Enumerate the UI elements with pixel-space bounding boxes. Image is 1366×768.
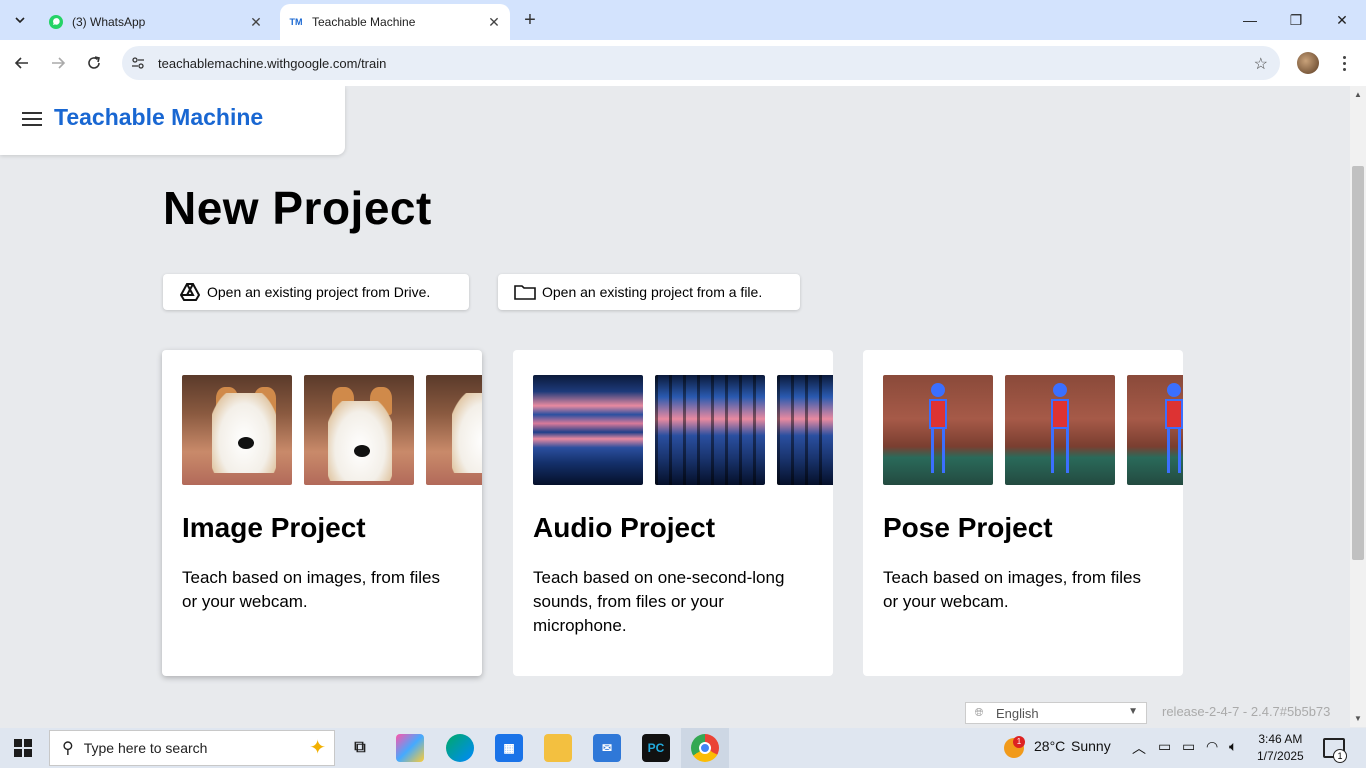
scroll-down-icon[interactable]: ▼ (1354, 714, 1362, 723)
notification-count: 1 (1333, 749, 1347, 763)
chevron-up-icon[interactable]: ︿ (1132, 738, 1146, 758)
image-project-card[interactable]: Image Project Teach based on images, fro… (162, 350, 482, 676)
address-bar[interactable]: teachablemachine.withgoogle.com/train ☆ (122, 46, 1280, 80)
profile-avatar[interactable] (1297, 52, 1319, 74)
spectrogram-thumbnail (655, 375, 765, 485)
bookmark-star-icon[interactable]: ☆ (1254, 54, 1268, 74)
close-window-icon[interactable]: ✕ (1330, 8, 1354, 32)
open-from-drive-label: Open an existing project from Drive. (207, 284, 431, 300)
image-thumbnail (426, 375, 482, 485)
copilot-icon[interactable] (396, 734, 424, 762)
teachable-machine-favicon: TM (289, 17, 303, 27)
weather-temperature[interactable]: 28°C (1034, 738, 1065, 754)
chevron-down-icon (15, 17, 25, 24)
page-title: New Project (163, 182, 432, 234)
edge-icon[interactable] (446, 734, 474, 762)
pose-thumbnail (1005, 375, 1115, 485)
spectrogram-thumbnail (533, 375, 643, 485)
language-select[interactable]: 🌐︎ English ▼ (965, 702, 1147, 724)
card-description: Teach based on one-second-long sounds, f… (533, 568, 785, 635)
page-scrollbar[interactable]: ▲ ▼ (1350, 86, 1366, 727)
forward-icon[interactable] (46, 51, 70, 75)
pycharm-icon[interactable]: PC (642, 734, 670, 762)
pose-thumbnail (1127, 375, 1183, 485)
browser-tab-strip: (3) WhatsApp ✕ TM Teachable Machine ✕ + … (0, 0, 1366, 40)
volume-icon[interactable]: 🔈︎ (1229, 738, 1237, 755)
page-viewport: Teachable Machine New Project Open an ex… (0, 86, 1350, 727)
image-thumbnails (182, 375, 482, 485)
google-drive-icon (179, 283, 201, 301)
card-title: Audio Project (533, 512, 716, 543)
url-text: teachablemachine.withgoogle.com/train (158, 55, 387, 71)
search-icon: ⚲ (62, 740, 74, 757)
close-tab-icon[interactable]: ✕ (484, 12, 504, 32)
card-title: Pose Project (883, 512, 1053, 543)
hamburger-menu-icon[interactable] (22, 112, 42, 126)
brand-logo-text[interactable]: Teachable Machine (54, 104, 263, 131)
folder-icon (514, 283, 536, 301)
battery-icon[interactable]: ▭ (1182, 738, 1195, 755)
whatsapp-icon (48, 14, 64, 30)
spectrogram-thumbnail (777, 375, 833, 485)
image-thumbnail (182, 375, 292, 485)
reload-icon[interactable] (82, 51, 106, 75)
pose-thumbnail (883, 375, 993, 485)
site-settings-icon[interactable] (130, 55, 146, 71)
minimize-icon[interactable]: — (1238, 8, 1262, 32)
scrollbar-thumb[interactable] (1352, 166, 1364, 560)
image-thumbnail (304, 375, 414, 485)
open-from-drive-button[interactable]: Open an existing project from Drive. (163, 274, 469, 310)
clock-time: 3:46 AM (1258, 732, 1303, 746)
back-icon[interactable] (10, 51, 34, 75)
windows-start-icon[interactable] (14, 739, 32, 757)
app-header: Teachable Machine (0, 86, 345, 155)
clock-date: 1/7/2025 (1257, 749, 1304, 763)
wifi-icon[interactable]: ◠ (1206, 738, 1218, 755)
taskbar-search-placeholder: Type here to search (83, 740, 208, 756)
close-tab-icon[interactable]: ✕ (246, 12, 266, 32)
store-icon[interactable]: ▦ (495, 734, 523, 762)
chevron-down-icon: ▼ (1128, 706, 1138, 717)
tab-search-button[interactable] (8, 8, 32, 32)
audio-project-card[interactable]: Audio Project Teach based on one-second-… (513, 350, 833, 676)
new-tab-button[interactable]: + (520, 9, 540, 31)
audio-thumbnails (533, 375, 833, 485)
card-title: Image Project (182, 512, 366, 543)
mail-icon[interactable]: ✉ (593, 734, 621, 762)
taskbar-clock[interactable]: 3:46 AM 1/7/2025 (1257, 731, 1304, 765)
weather-badge: 1 (1013, 736, 1025, 748)
tab-teachable-machine[interactable]: TM Teachable Machine ✕ (280, 4, 510, 40)
browser-toolbar: teachablemachine.withgoogle.com/train ☆ (0, 40, 1366, 86)
language-value: English (996, 705, 1039, 721)
restore-icon[interactable]: ❐ (1284, 8, 1308, 32)
open-from-file-button[interactable]: Open an existing project from a file. (498, 274, 800, 310)
tab-title: (3) WhatsApp (72, 15, 146, 29)
meet-now-icon[interactable]: ▭ (1158, 738, 1171, 755)
weather-condition[interactable]: Sunny (1071, 738, 1111, 754)
task-view-icon[interactable]: ⧉ (346, 734, 374, 762)
windows-taskbar: ⚲ Type here to search ✦ ⧉ ▦ ✉ PC 1 28°C … (0, 728, 1366, 768)
card-description: Teach based on images, from files or you… (883, 568, 1141, 611)
pose-thumbnails (883, 375, 1183, 485)
tab-whatsapp[interactable]: (3) WhatsApp ✕ (40, 4, 272, 40)
scroll-up-icon[interactable]: ▲ (1354, 90, 1362, 99)
chrome-icon[interactable] (691, 734, 719, 762)
release-version: release-2-4-7 - 2.4.7#5b5b73 (1162, 704, 1331, 719)
taskbar-search-box[interactable]: ⚲ Type here to search ✦ (49, 730, 335, 766)
globe-icon: 🌐︎ (974, 706, 984, 719)
sparkle-icon: ✦ (309, 737, 326, 759)
browser-menu-icon[interactable] (1336, 52, 1352, 74)
file-explorer-icon[interactable] (544, 734, 572, 762)
card-description: Teach based on images, from files or you… (182, 568, 440, 611)
open-from-file-label: Open an existing project from a file. (542, 284, 763, 300)
pose-project-card[interactable]: Pose Project Teach based on images, from… (863, 350, 1183, 676)
tab-title: Teachable Machine (312, 15, 416, 29)
